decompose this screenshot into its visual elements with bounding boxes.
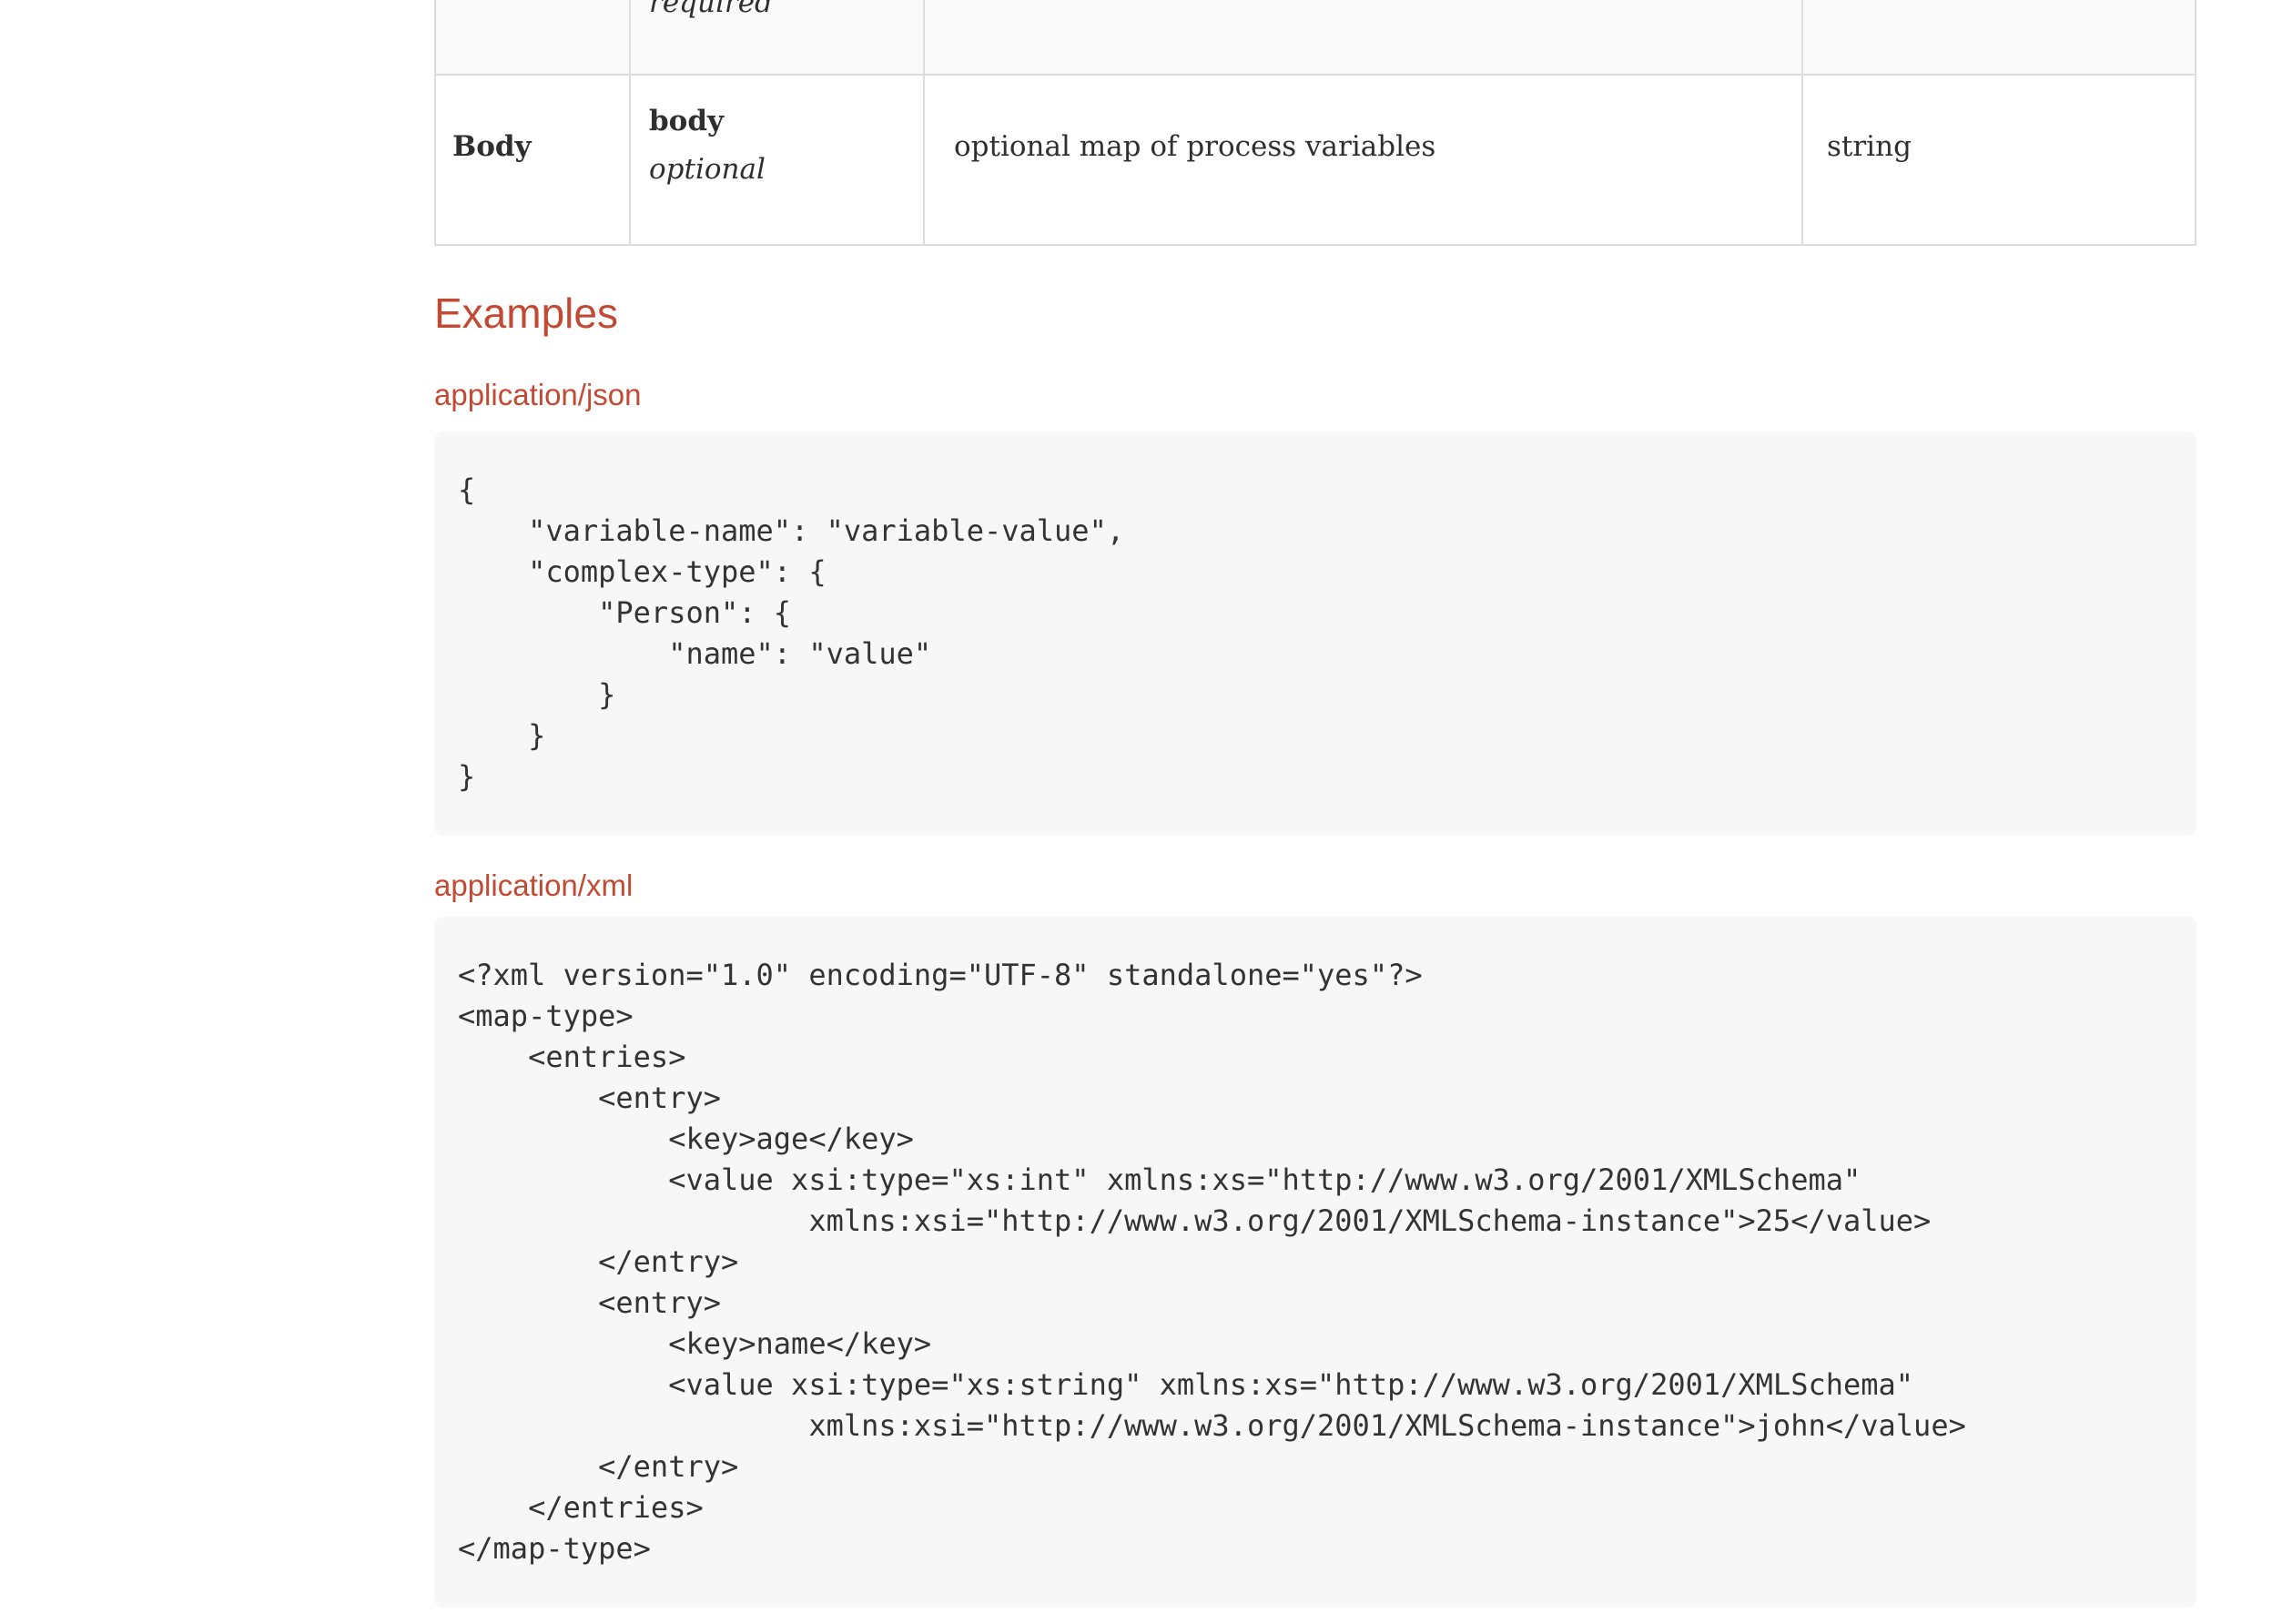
examples-heading: Examples: [434, 292, 618, 334]
cell-group: Body: [436, 76, 629, 244]
json-example-code-block: { "variable-name": "variable-value", "co…: [434, 431, 2196, 836]
param-description: optional map of process variables: [954, 133, 1435, 161]
param-name: body: [649, 107, 724, 136]
cell-param-name: body optional: [629, 76, 923, 244]
param-flag-optional: optional: [649, 156, 766, 184]
param-type: string: [1827, 133, 1912, 161]
parameters-table: required Body body optional optional map…: [434, 0, 2196, 246]
cell-type: [1801, 0, 2195, 74]
xml-example-code-block: <?xml version="1.0" encoding="UTF-8" sta…: [434, 917, 2196, 1608]
content-type-label-json: application/json: [434, 380, 642, 410]
param-group-label: Body: [452, 133, 532, 161]
cell-type: string: [1801, 76, 2195, 244]
cell-param-name: required: [629, 0, 923, 74]
table-row-required-cut: required: [436, 0, 2195, 76]
cell-description: optional map of process variables: [923, 76, 1801, 244]
cell-group: [436, 0, 629, 74]
table-row-body: Body body optional optional map of proce…: [436, 76, 2195, 244]
param-flag-required: required: [649, 0, 773, 17]
content-type-label-xml: application/xml: [434, 870, 633, 900]
cell-description: [923, 0, 1801, 74]
